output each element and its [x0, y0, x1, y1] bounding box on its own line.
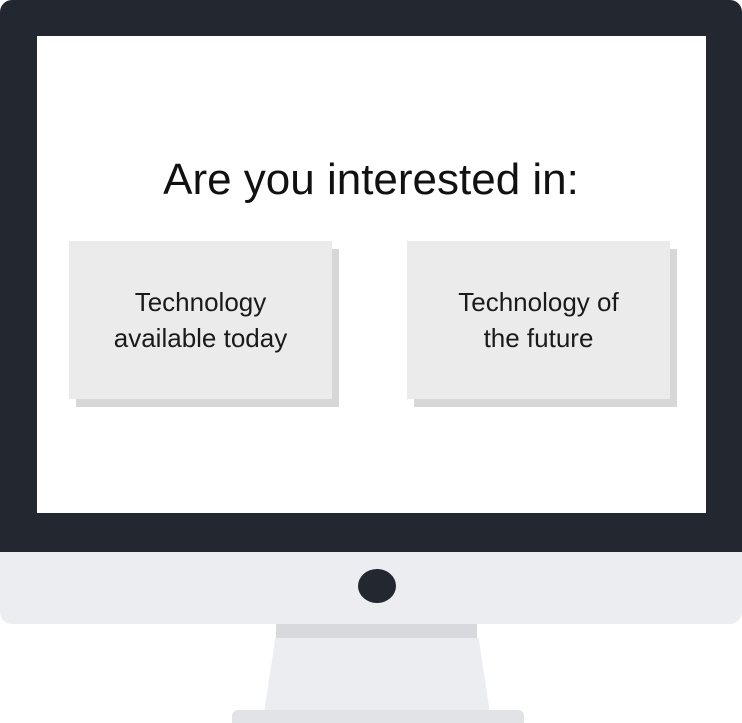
monitor-stand	[264, 638, 490, 713]
option-technology-future-label: Technology of the future	[458, 287, 619, 353]
monitor-stand-base	[232, 710, 524, 723]
option-future-wrapper: Technology of the future	[407, 241, 677, 407]
option-technology-future-button[interactable]: Technology of the future	[407, 241, 670, 399]
question-heading: Are you interested in:	[163, 155, 579, 204]
option-technology-today-label: Technology available today	[113, 287, 288, 353]
stand-neck-shadow	[276, 624, 477, 638]
option-today-wrapper: Technology available today	[69, 241, 339, 407]
logo-dot-icon	[358, 569, 396, 603]
option-technology-today-button[interactable]: Technology available today	[69, 241, 332, 399]
